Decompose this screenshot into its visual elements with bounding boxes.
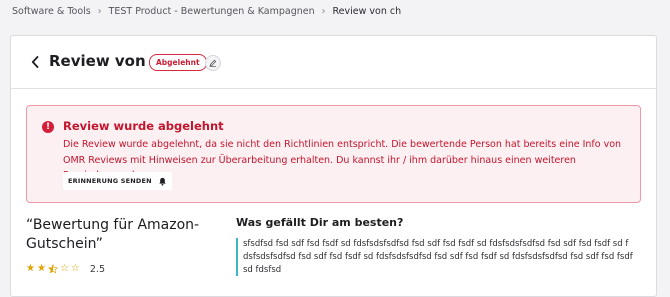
breadcrumb-separator: ›	[321, 5, 326, 17]
breadcrumb-item-current: Review von ch	[332, 5, 402, 17]
breadcrumb-item-product[interactable]: TEST Product - Bewertungen & Kampagnen	[109, 6, 315, 17]
edit-button[interactable]	[205, 55, 221, 71]
send-reminder-label: ERINNERUNG SENDEN	[68, 177, 152, 185]
bell-icon	[159, 177, 166, 186]
review-title: “Bewertung für Amazon-Gutschein”	[26, 217, 200, 252]
review-header: Review von ch Abgelehnt	[11, 36, 656, 89]
pencil-icon	[209, 59, 217, 67]
breadcrumb-separator: ›	[97, 5, 102, 17]
back-button[interactable]	[29, 55, 41, 69]
rejection-alert: ! Review wurde abgelehnt Die Review wurd…	[26, 105, 641, 203]
breadcrumb-item-software-tools[interactable]: Software & Tools	[12, 6, 91, 17]
breadcrumb: Software & Tools › TEST Product - Bewert…	[12, 4, 401, 18]
question-heading: Was gefällt Dir am besten?	[236, 216, 404, 229]
rating-value: 2.5	[89, 263, 105, 275]
star-empty-icon: ☆	[70, 263, 80, 274]
star-half-icon	[47, 264, 58, 274]
send-reminder-button[interactable]: ERINNERUNG SENDEN	[63, 172, 172, 190]
status-badge: Abgelehnt	[149, 54, 207, 71]
alert-title: Review wurde abgelehnt	[63, 119, 224, 133]
exclamation-circle-icon: !	[42, 121, 54, 133]
chevron-left-icon	[31, 56, 39, 68]
review-card: Review von ch Abgelehnt ! Review wurde a…	[10, 35, 657, 297]
star-icon: ★	[36, 263, 46, 274]
star-rating: ★ ★ ☆ ☆ 2.5	[26, 262, 105, 276]
star-empty-icon: ☆	[59, 263, 69, 274]
star-icon: ★	[26, 263, 35, 274]
answer-text: sfsdfsd fsd sdf fsd fsdf sd fdsfsdsfsdfs…	[236, 238, 633, 277]
